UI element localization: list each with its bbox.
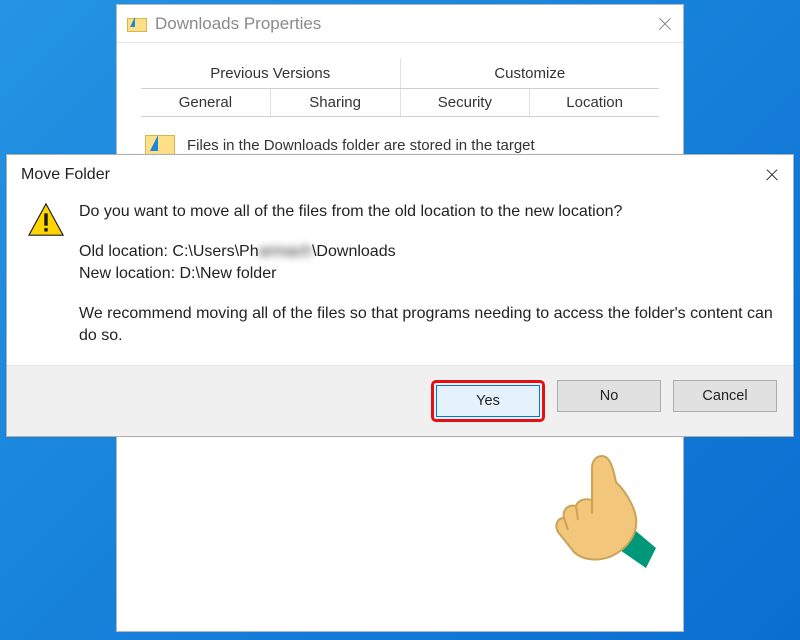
dialog-button-row: Yes No Cancel — [7, 365, 793, 436]
new-location: New location: D:\New folder — [79, 263, 773, 285]
dialog-titlebar: Move Folder — [7, 155, 793, 195]
tab-location[interactable]: Location — [530, 89, 659, 116]
no-button[interactable]: No — [557, 380, 661, 412]
properties-tabs-row-2: General Sharing Security Location — [141, 89, 659, 117]
move-folder-dialog: Move Folder Do you want to move all of t… — [6, 154, 794, 437]
dialog-recommend: We recommend moving all of the files so … — [79, 303, 773, 347]
warning-icon — [27, 201, 65, 239]
tab-general[interactable]: General — [141, 89, 271, 116]
downloads-folder-icon — [127, 16, 147, 32]
location-description: Files in the Downloads folder are stored… — [187, 137, 535, 154]
dialog-question: Do you want to move all of the files fro… — [79, 201, 773, 223]
properties-title: Downloads Properties — [155, 14, 321, 34]
old-location: Old location: C:\Users\Pharmach\Download… — [79, 241, 773, 263]
cancel-button[interactable]: Cancel — [673, 380, 777, 412]
tab-sharing[interactable]: Sharing — [271, 89, 401, 116]
dialog-title: Move Folder — [21, 166, 110, 184]
tab-security[interactable]: Security — [401, 89, 531, 116]
tab-customize[interactable]: Customize — [401, 59, 660, 88]
dialog-message: Do you want to move all of the files fro… — [79, 201, 773, 347]
properties-titlebar: Downloads Properties — [117, 5, 683, 43]
close-icon[interactable] — [657, 16, 673, 32]
tab-previous-versions[interactable]: Previous Versions — [141, 59, 401, 88]
yes-button-highlight: Yes — [431, 380, 545, 422]
yes-button[interactable]: Yes — [436, 385, 540, 417]
properties-tabs-row-1: Previous Versions Customize — [141, 59, 659, 89]
close-icon[interactable] — [765, 168, 779, 182]
